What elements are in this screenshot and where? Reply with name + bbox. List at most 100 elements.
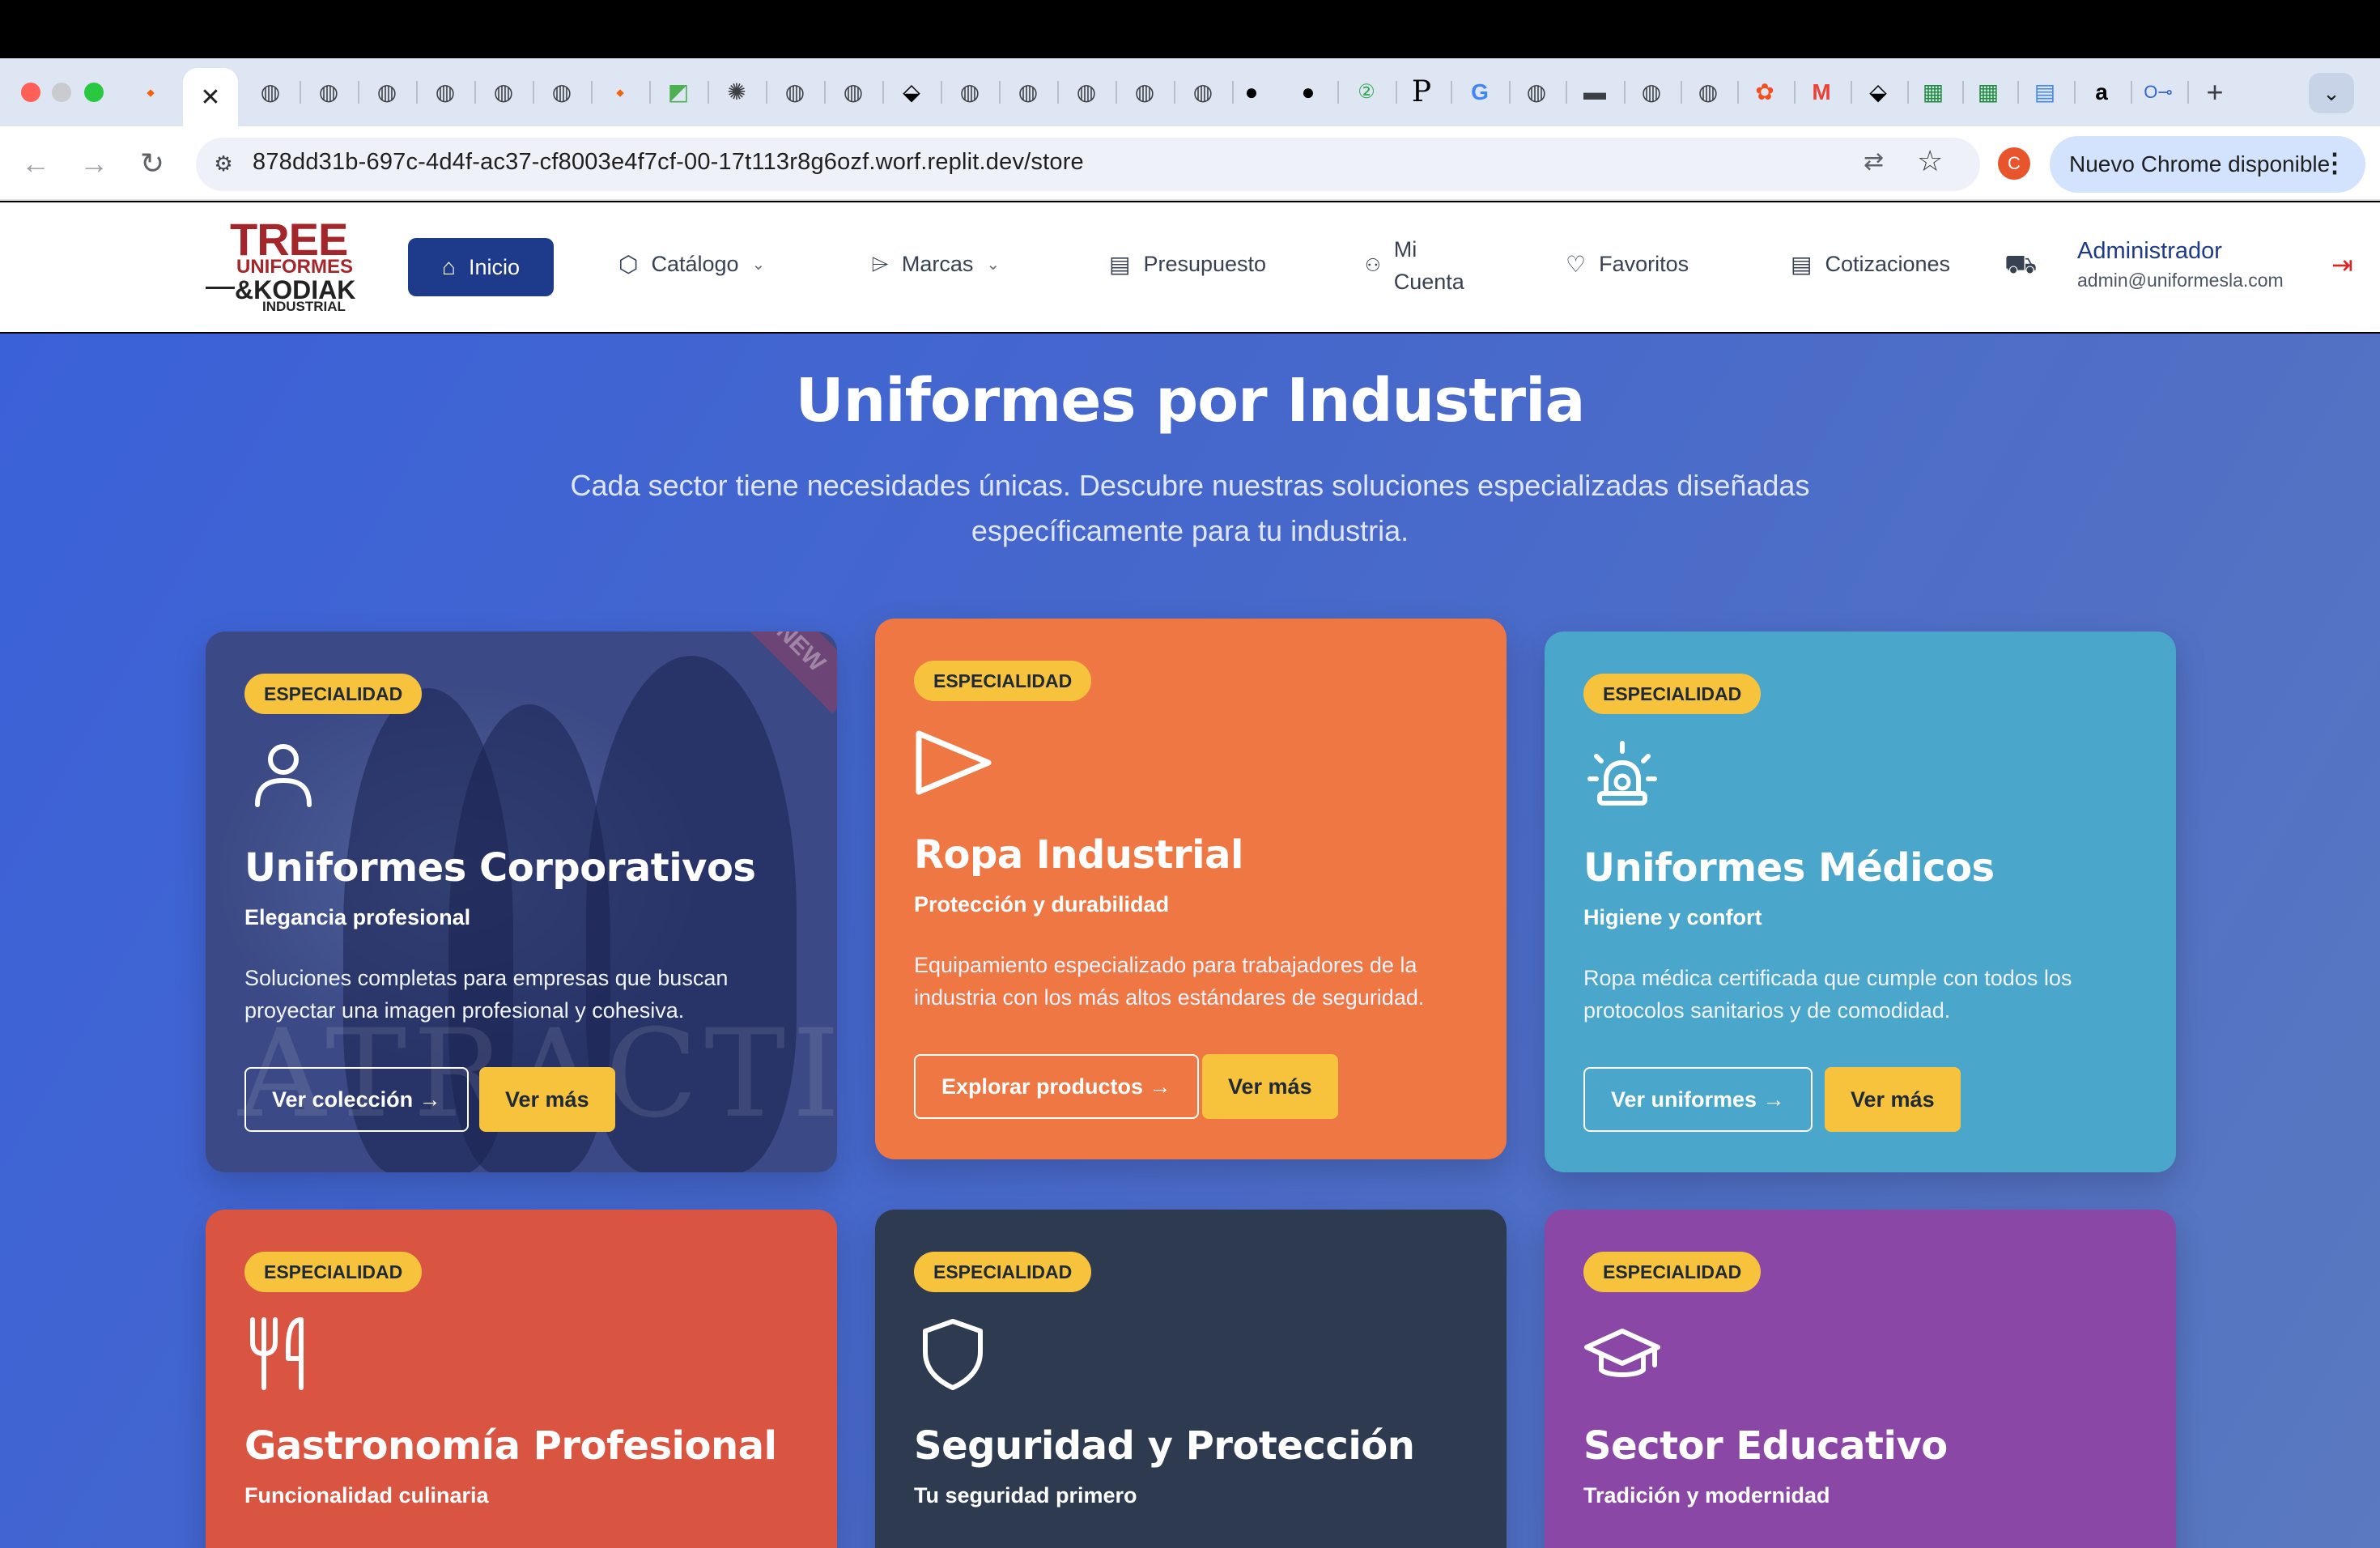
siren-icon — [1587, 741, 1657, 806]
globe-icon[interactable]: ◍ — [1132, 79, 1158, 105]
counter-icon[interactable]: ② — [1354, 79, 1379, 105]
globe-icon[interactable]: ◍ — [1015, 79, 1041, 105]
ver-mas-button[interactable]: Ver más — [1202, 1054, 1338, 1119]
card-title: Ropa Industrial — [914, 832, 1243, 878]
logo-line-4: INDUSTRIAL — [262, 299, 346, 314]
github-icon[interactable]: ● — [1295, 79, 1321, 105]
user-name: Administrador — [2077, 238, 2222, 264]
os-top-bar — [0, 0, 2380, 58]
globe-icon[interactable]: ◍ — [316, 79, 342, 105]
nav-inicio[interactable]: ⌂ Inicio — [408, 238, 554, 296]
active-tab[interactable]: ✕ — [183, 68, 238, 126]
specialty-badge: ESPECIALIDAD — [914, 661, 1092, 701]
tab-separator — [1851, 81, 1852, 104]
back-button[interactable]: ← — [18, 146, 53, 181]
profile-avatar[interactable]: C — [1998, 147, 2030, 180]
maximize-window-button[interactable] — [84, 83, 104, 102]
section-subtitle: Cada sector tiene necesidades únicas. De… — [570, 469, 1810, 547]
link-icon[interactable]: ⬙ — [1865, 79, 1891, 105]
tab-separator — [1116, 81, 1117, 104]
nav-cotizaciones[interactable]: ▤ Cotizaciones — [1791, 251, 1950, 278]
sheets-icon[interactable]: ▦ — [1920, 79, 1946, 105]
figma-icon[interactable]: ✿ — [1752, 79, 1778, 105]
globe-icon[interactable]: ◍ — [1524, 79, 1549, 105]
nav-mi-cuenta[interactable]: ⚇ Mi Cuenta — [1365, 233, 1464, 298]
github-icon[interactable]: ● — [1239, 79, 1264, 105]
globe-icon[interactable]: ◍ — [782, 79, 808, 105]
ver-uniformes-button[interactable]: Ver uniformes → — [1583, 1067, 1813, 1132]
nav-presupuesto[interactable]: ▤ Presupuesto — [1109, 251, 1266, 278]
tab-separator — [300, 81, 301, 104]
chrome-update-button[interactable]: Nuevo Chrome disponible ⋮ — [2050, 136, 2365, 193]
globe-icon[interactable]: ◍ — [549, 79, 575, 105]
heart-icon: ♡ — [1566, 252, 1587, 277]
site-info-icon[interactable]: ⚙ — [209, 149, 238, 178]
tab-separator — [2187, 81, 2189, 104]
close-tab-icon[interactable]: ✕ — [200, 83, 220, 112]
more-menu-icon[interactable]: ⋮ — [2322, 147, 2348, 178]
reload-button[interactable]: ↻ — [134, 146, 170, 181]
globe-icon[interactable]: ◍ — [374, 79, 400, 105]
industry-card-educativo: ESPECIALIDAD Sector Educativo Tradición … — [1545, 1210, 2176, 1548]
nav-catalogo[interactable]: ⬡ Catálogo ⌄ — [618, 251, 765, 278]
industries-section: Uniformes por Industria Cada sector tien… — [0, 334, 2380, 1548]
replit-icon[interactable]: ⬩ — [138, 79, 164, 105]
openai-icon[interactable]: ✺ — [724, 79, 750, 105]
document-icon: ▤ — [1109, 252, 1131, 277]
figma-icon[interactable]: ◩ — [665, 79, 691, 105]
link-icon[interactable]: ⬙ — [899, 79, 924, 105]
url-text[interactable]: 878dd31b-697c-4d4f-ac37-cf8003e4f7cf-00-… — [253, 149, 1084, 176]
tab-separator — [2074, 81, 2076, 104]
globe-icon[interactable]: ◍ — [491, 79, 516, 105]
tab-separator — [1962, 81, 1964, 104]
google-icon[interactable]: G — [1467, 79, 1493, 105]
ver-mas-button[interactable]: Ver más — [479, 1067, 615, 1132]
translate-icon[interactable]: ⇄ — [1864, 147, 1884, 176]
forward-button[interactable]: → — [76, 146, 112, 181]
globe-icon[interactable]: ◍ — [1638, 79, 1664, 105]
tab-separator — [882, 81, 884, 104]
docs-icon[interactable]: ▤ — [2032, 79, 2058, 105]
user-icon: ⚇ — [1365, 255, 1381, 275]
globe-icon[interactable]: ◍ — [1073, 79, 1099, 105]
ver-coleccion-button[interactable]: Ver colección → — [244, 1067, 469, 1132]
bookmark-star-icon[interactable]: ☆ — [1917, 144, 1943, 178]
industry-card-seguridad: ESPECIALIDAD Seguridad y Protección Tu s… — [875, 1210, 1507, 1548]
tab-search-button[interactable]: ⌄ — [2309, 73, 2354, 113]
stripe-icon[interactable]: ▬ — [1582, 79, 1608, 105]
p-icon[interactable]: P — [1409, 78, 1434, 107]
tab-separator — [474, 81, 476, 104]
nav-mi-cuenta-label-2: Cuenta — [1393, 270, 1464, 294]
globe-icon[interactable]: ◍ — [840, 79, 866, 105]
logout-icon[interactable]: ⇥ — [2331, 249, 2353, 280]
user-account-info[interactable]: Administrador admin@uniformesla.com — [2077, 235, 2284, 293]
gmail-icon[interactable]: M — [1808, 79, 1834, 105]
globe-icon[interactable]: ◍ — [1190, 79, 1216, 105]
tab-separator — [766, 81, 767, 104]
minimize-window-button[interactable] — [52, 83, 71, 102]
globe-icon[interactable]: ◍ — [432, 79, 458, 105]
nav-marcas[interactable]: ⌲ Marcas ⌄ — [871, 251, 1000, 278]
tab-separator — [1907, 81, 1909, 104]
new-tab-icon[interactable]: + — [2202, 78, 2228, 107]
globe-icon[interactable]: ◍ — [957, 79, 983, 105]
nav-favoritos[interactable]: ♡ Favoritos — [1566, 251, 1689, 278]
card-description: Soluciones completas para empresas que b… — [244, 966, 729, 1023]
cart-icon[interactable]: ⛟ — [2004, 249, 2037, 283]
tab-separator — [1794, 81, 1796, 104]
brand-logo[interactable]: TREE UNIFORMES &KODIAK INDUSTRIAL — [202, 217, 364, 314]
tab-separator — [1174, 81, 1175, 104]
nav-marcas-label: Marcas — [901, 252, 974, 276]
sheets-icon[interactable]: ▦ — [1975, 79, 2001, 105]
tab-separator — [591, 81, 593, 104]
close-window-button[interactable] — [21, 83, 40, 102]
explorar-productos-button[interactable]: Explorar productos → — [914, 1054, 1199, 1119]
globe-icon[interactable]: ◍ — [257, 79, 283, 105]
industry-card-medicos: ESPECIALIDAD Uniformes Médicos Higiene y… — [1545, 632, 2176, 1172]
globe-icon[interactable]: ◍ — [1695, 79, 1721, 105]
card-subtitle: Elegancia profesional — [244, 905, 471, 929]
ver-mas-button[interactable]: Ver más — [1825, 1067, 1961, 1132]
replit-icon[interactable]: ⬩ — [607, 79, 633, 105]
key-icon[interactable]: O⊸ — [2144, 79, 2173, 105]
amazon-icon[interactable]: a — [2089, 79, 2114, 105]
